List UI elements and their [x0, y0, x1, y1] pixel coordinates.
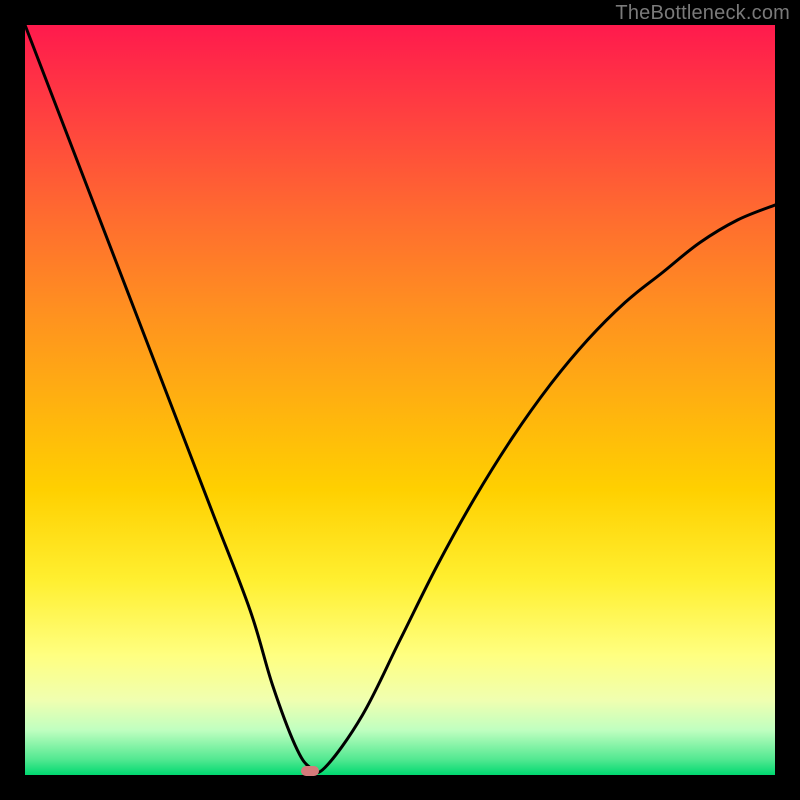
curve-svg [25, 25, 775, 775]
bottleneck-curve [25, 25, 775, 773]
plot-area [25, 25, 775, 775]
optimal-point-marker [301, 766, 319, 776]
watermark-text: TheBottleneck.com [615, 2, 790, 25]
chart-frame: TheBottleneck.com [0, 0, 800, 800]
